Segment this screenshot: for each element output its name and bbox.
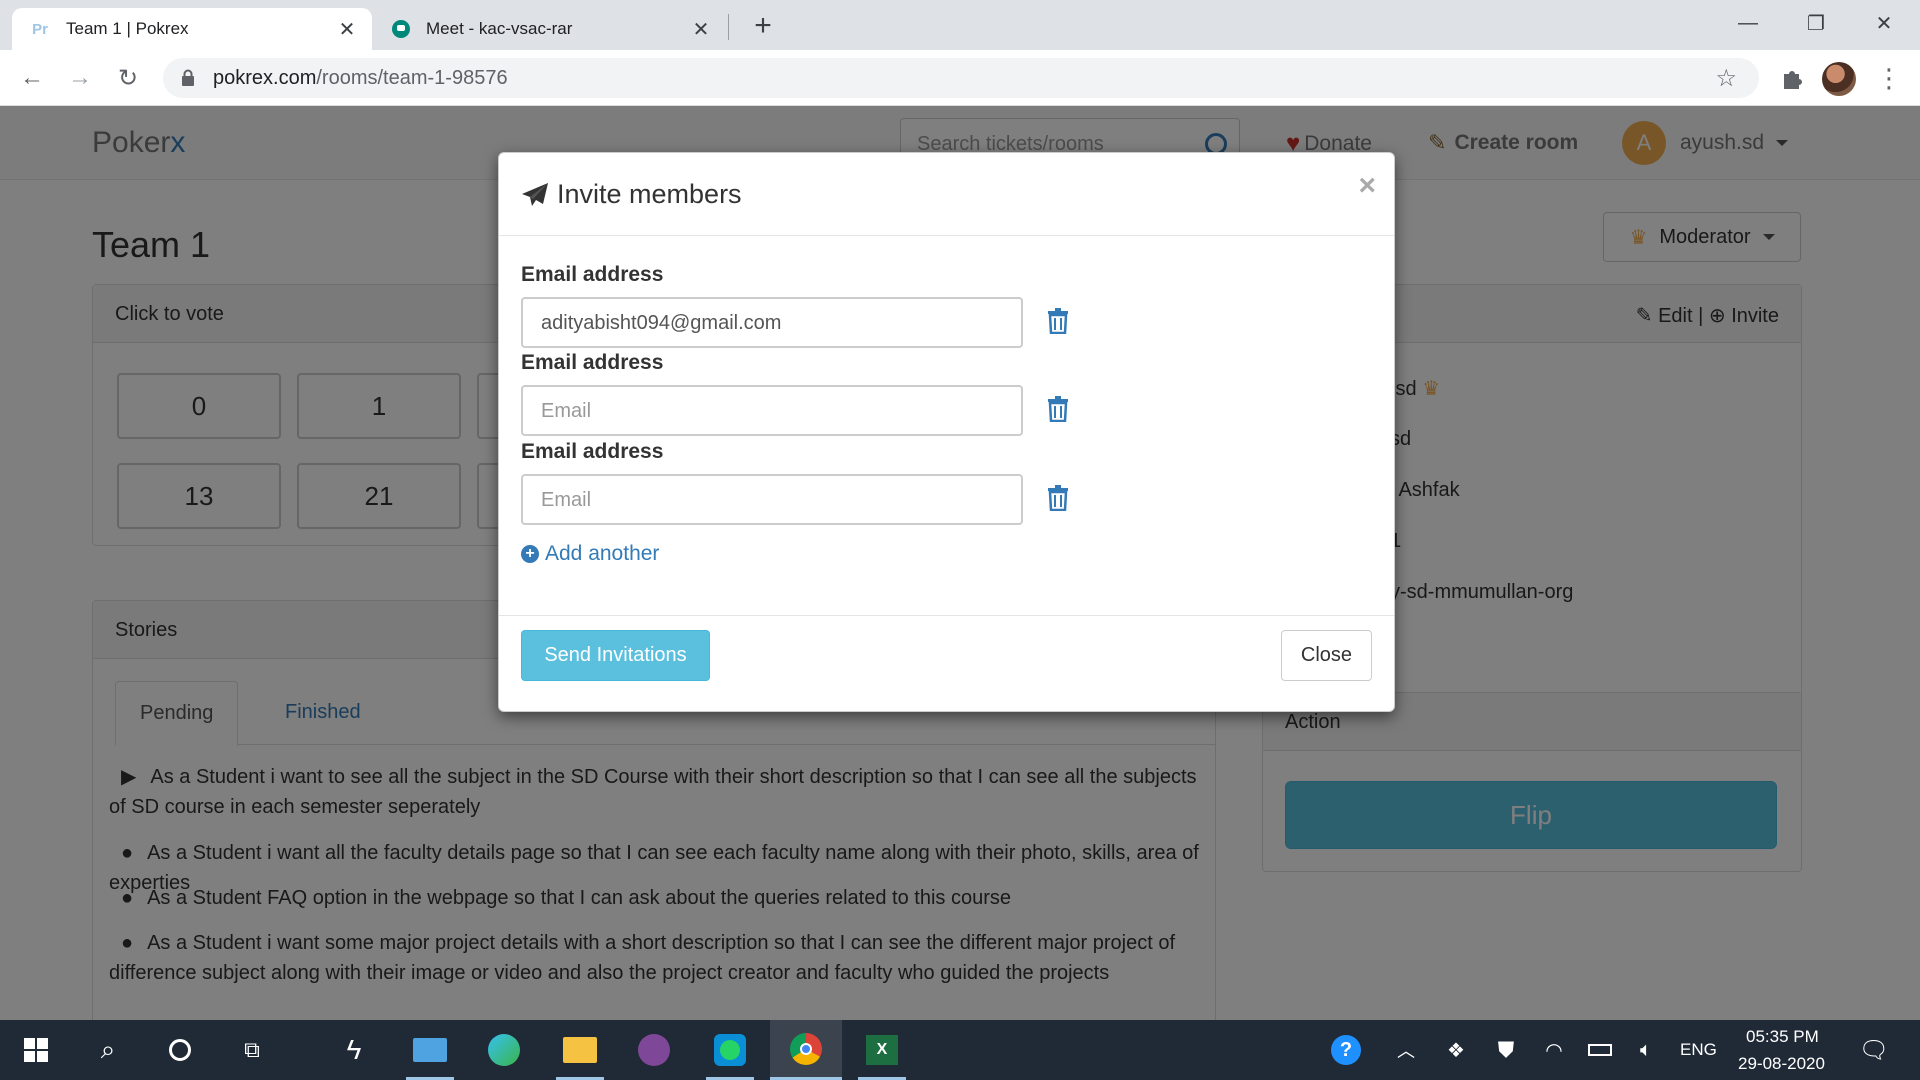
google-meet-icon <box>392 20 410 38</box>
email-field[interactable]: Email <box>521 474 1023 525</box>
help-icon[interactable]: ? <box>1324 1020 1368 1080</box>
browser-tab-pokrex[interactable]: Pr Team 1 | Pokrex ✕ <box>12 8 372 50</box>
new-tab-icon[interactable]: + <box>748 11 778 42</box>
browser-tabstrip: Pr Team 1 | Pokrex ✕ Meet - kac-vsac-rar… <box>0 0 1920 50</box>
lock-icon <box>182 69 194 86</box>
tor-browser-icon[interactable] <box>618 1020 690 1080</box>
tab-title: Team 1 | Pokrex <box>66 19 189 38</box>
whatsapp-icon[interactable] <box>694 1020 766 1080</box>
chevron-up-icon[interactable]: ︿ <box>1386 1020 1426 1080</box>
tab-title: Meet - kac-vsac-rar <box>426 19 573 38</box>
browser-tab-meet[interactable]: Meet - kac-vsac-rar ✕ <box>374 8 726 50</box>
send-invitations-button[interactable]: Send Invitations <box>521 630 710 681</box>
shield-icon[interactable]: ⛊ <box>1486 1020 1526 1080</box>
volume-icon[interactable]: 🔈︎ <box>1626 1020 1666 1080</box>
battery-icon[interactable] <box>1580 1020 1620 1080</box>
modal-close-icon[interactable]: × <box>1358 171 1376 201</box>
profile-avatar[interactable] <box>1822 62 1856 96</box>
edge-icon[interactable] <box>468 1020 540 1080</box>
trash-icon[interactable] <box>1047 485 1069 511</box>
dropbox-icon[interactable]: ❖ <box>1436 1020 1476 1080</box>
chrome-menu-icon[interactable]: ⋮ <box>1876 60 1902 96</box>
trash-icon[interactable] <box>1047 308 1069 334</box>
address-bar[interactable]: pokrex.com/rooms/team-1-98576 ☆ <box>163 58 1759 98</box>
notification-icon[interactable]: 🗨︎ <box>1852 1020 1896 1080</box>
wifi-icon[interactable]: ◠ <box>1534 1020 1574 1080</box>
add-another-link[interactable]: + Add another <box>521 542 659 566</box>
close-tab-icon[interactable]: ✕ <box>688 16 714 42</box>
close-tab-icon[interactable]: ✕ <box>334 16 360 42</box>
task-view-icon[interactable]: ⧉ <box>216 1020 288 1080</box>
tab-separator <box>728 14 729 40</box>
window-close-icon[interactable]: ✕ <box>1864 8 1904 38</box>
chrome-icon[interactable] <box>770 1020 842 1080</box>
reload-icon[interactable]: ↻ <box>110 60 146 96</box>
pokrex-favicon-icon: Pr <box>32 20 48 38</box>
invite-members-modal: Invite members × Email address adityabis… <box>498 152 1395 712</box>
file-explorer-icon[interactable] <box>544 1020 616 1080</box>
email-label: Email address <box>521 351 664 374</box>
back-icon[interactable]: ← <box>14 60 50 96</box>
restore-icon[interactable]: ❐ <box>1796 8 1836 38</box>
forward-icon[interactable]: → <box>62 60 98 96</box>
close-button[interactable]: Close <box>1281 630 1372 681</box>
url-text: pokrex.com/rooms/team-1-98576 <box>213 67 508 89</box>
email-field[interactable]: adityabisht094@gmail.com <box>521 297 1023 348</box>
paper-plane-icon <box>522 182 548 206</box>
modal-title: Invite members <box>521 179 742 210</box>
language-indicator[interactable]: ENG <box>1680 1040 1717 1060</box>
plus-circle-icon: + <box>521 545 539 563</box>
search-icon[interactable]: ⌕ <box>72 1020 144 1080</box>
windows-start-icon[interactable] <box>0 1020 72 1080</box>
email-label: Email address <box>521 440 664 463</box>
email-field[interactable]: Email <box>521 385 1023 436</box>
cortana-icon[interactable] <box>144 1020 216 1080</box>
app-launcher-icon[interactable]: ϟ <box>318 1020 390 1080</box>
clock-date[interactable]: 29-08-2020 <box>1738 1054 1825 1074</box>
minimize-icon[interactable]: — <box>1728 8 1768 38</box>
trash-icon[interactable] <box>1047 396 1069 422</box>
bookmark-star-icon[interactable]: ☆ <box>1715 64 1737 93</box>
mail-icon[interactable] <box>394 1020 466 1080</box>
clock-time[interactable]: 05:35 PM <box>1746 1027 1819 1047</box>
modal-header: Invite members × <box>499 153 1394 236</box>
windows-taskbar: ⌕ ⧉ ϟ X ? ︿ ❖ ⛊ ◠ 🔈︎ ENG 05:35 PM 29-08-… <box>0 1020 1920 1080</box>
extensions-puzzle-icon[interactable] <box>1778 64 1806 92</box>
excel-icon[interactable]: X <box>846 1020 918 1080</box>
email-label: Email address <box>521 263 664 286</box>
browser-toolbar: ← → ↻ pokrex.com/rooms/team-1-98576 ☆ <box>0 50 1920 106</box>
